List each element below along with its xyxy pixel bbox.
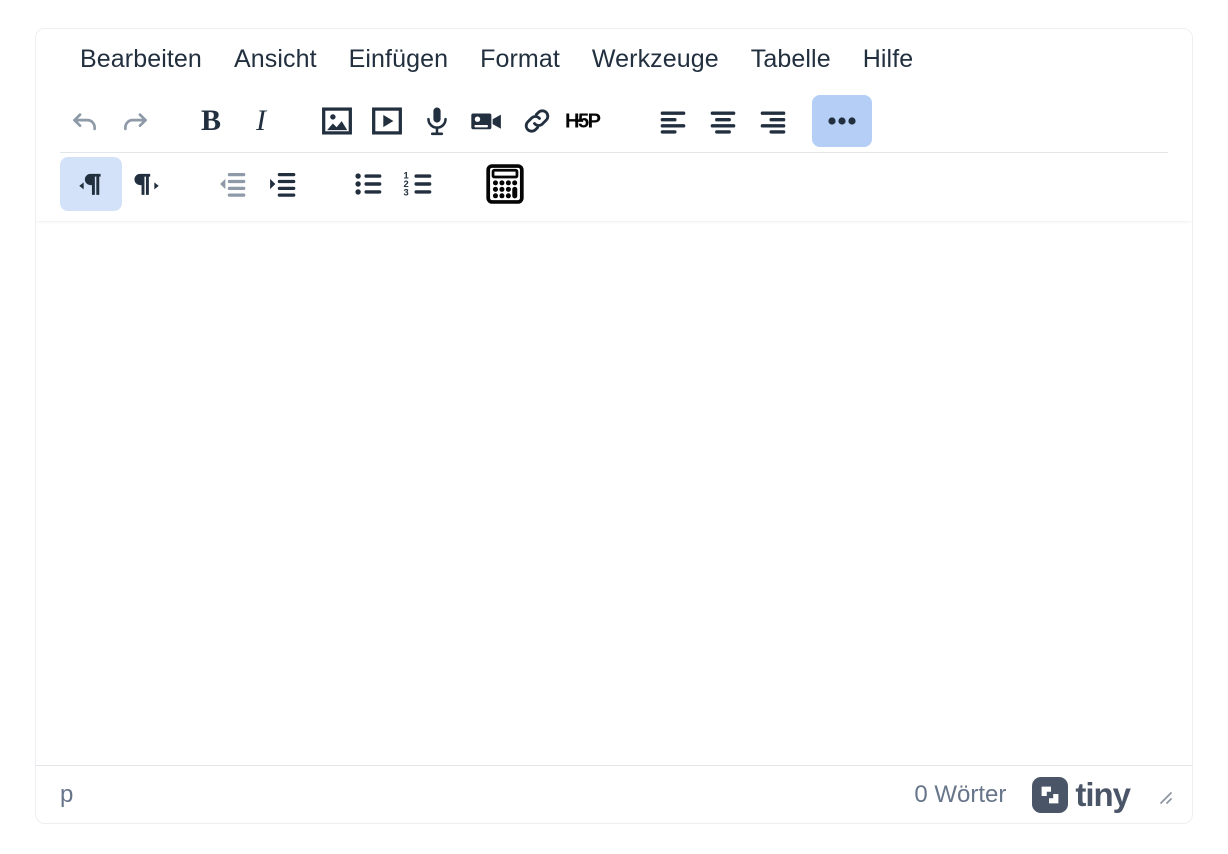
video-camera-icon	[469, 103, 505, 139]
ltr-button[interactable]	[60, 157, 122, 211]
toolbar-row-1: B I	[36, 89, 1192, 152]
rich-text-editor: Bearbeiten Ansicht Einfügen Format Werkz…	[35, 28, 1193, 824]
bullet-list-button[interactable]	[344, 161, 394, 207]
outdent-icon	[216, 167, 250, 201]
tiny-branding-link[interactable]: tiny	[1032, 777, 1130, 813]
italic-icon: I	[256, 106, 266, 136]
media-icon	[370, 104, 404, 138]
menubar: Bearbeiten Ansicht Einfügen Format Werkz…	[36, 29, 1192, 89]
ltr-icon	[75, 168, 107, 200]
indent-button[interactable]	[258, 161, 308, 207]
redo-icon	[118, 104, 152, 138]
italic-button[interactable]: I	[236, 98, 286, 144]
undo-button[interactable]	[60, 98, 110, 144]
toolbar-row-2: 1 2 3	[36, 153, 1192, 215]
record-audio-button[interactable]	[412, 98, 462, 144]
rtl-button[interactable]	[122, 161, 172, 207]
menu-tools[interactable]: Werkzeuge	[576, 38, 735, 80]
align-right-button[interactable]	[748, 98, 798, 144]
menu-format[interactable]: Format	[464, 38, 576, 80]
insert-image-button[interactable]	[312, 98, 362, 144]
svg-text:3: 3	[404, 187, 409, 197]
bold-icon: B	[201, 106, 221, 136]
numbered-list-button[interactable]: 1 2 3	[394, 161, 444, 207]
element-path[interactable]: p	[60, 781, 74, 809]
editor-content-area[interactable]	[36, 221, 1192, 765]
align-center-button[interactable]	[698, 98, 748, 144]
toolbar: B I	[36, 89, 1192, 221]
record-video-button[interactable]	[462, 98, 512, 144]
bold-button[interactable]: B	[186, 98, 236, 144]
image-icon	[320, 104, 354, 138]
statusbar: p 0 Wörter tiny	[36, 765, 1192, 823]
align-center-icon	[706, 104, 740, 138]
resize-handle[interactable]	[1152, 784, 1174, 806]
more-icon	[827, 116, 857, 126]
align-left-button[interactable]	[648, 98, 698, 144]
more-toolbar-button[interactable]	[812, 95, 872, 147]
redo-button[interactable]	[110, 98, 160, 144]
menu-edit[interactable]: Bearbeiten	[64, 38, 218, 80]
menu-table[interactable]: Tabelle	[735, 38, 847, 80]
menu-insert[interactable]: Einfügen	[333, 38, 465, 80]
menu-help[interactable]: Hilfe	[847, 38, 930, 80]
numbered-list-icon: 1 2 3	[402, 167, 436, 201]
microphone-icon	[421, 105, 453, 137]
align-right-icon	[756, 104, 790, 138]
outdent-button[interactable]	[208, 161, 258, 207]
h5p-icon: H5P	[565, 108, 609, 134]
editor-body[interactable]	[36, 222, 1192, 765]
calculator-button[interactable]	[480, 161, 530, 207]
undo-icon	[68, 104, 102, 138]
bullet-list-icon	[352, 167, 386, 201]
word-count[interactable]: 0 Wörter	[914, 781, 1006, 809]
tiny-wordmark: tiny	[1075, 778, 1130, 811]
insert-link-button[interactable]	[512, 98, 562, 144]
rtl-icon	[131, 168, 163, 200]
calculator-icon	[484, 163, 526, 205]
align-left-icon	[656, 104, 690, 138]
insert-media-button[interactable]	[362, 98, 412, 144]
indent-icon	[266, 167, 300, 201]
insert-h5p-button[interactable]: H5P	[562, 98, 612, 144]
menu-view[interactable]: Ansicht	[218, 38, 333, 80]
tiny-logo-icon	[1032, 777, 1068, 813]
link-icon	[521, 105, 553, 137]
